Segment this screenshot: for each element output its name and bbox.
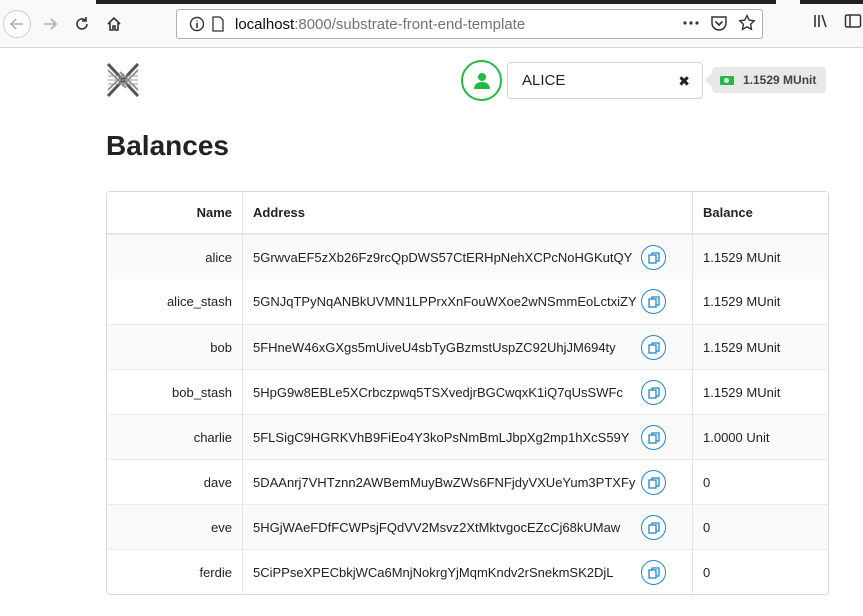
account-name: bob_stash: [107, 369, 243, 414]
account-balance: 1.0000 Unit: [693, 414, 828, 459]
account-address: 5GrwvaEF5zXb26Fz9rcQpDWS57CtERHpNehXCPcN…: [253, 249, 633, 265]
sidebar-icon[interactable]: [844, 12, 862, 35]
table-row: dave 5DAAnrj7VHTznn2AWBemMuyBwZWs6FNFjdyV…: [107, 459, 828, 504]
home-icon: [107, 16, 121, 31]
copy-icon: [647, 476, 660, 489]
table-row: bob_stash 5HpG9w8EBLe5XCrbczpwq5TSXvedjrB…: [107, 369, 828, 414]
copy-address-button[interactable]: [641, 245, 666, 270]
forward-button[interactable]: [36, 10, 64, 38]
account-balance-value: 1.1529 MUnit: [743, 73, 817, 87]
account-address: 5GNJqTPyNqANBkUVMN1LPPrxXnFouWXoe2wNSmmE…: [253, 294, 637, 309]
account-name: eve: [107, 504, 243, 549]
more-icon[interactable]: [682, 14, 700, 32]
star-icon[interactable]: [738, 14, 756, 32]
account-address: 5CiPPseXPECbkjWCa6MnjNokrgYjMqmKndv2rSne…: [253, 564, 614, 580]
copy-icon: [647, 295, 660, 308]
header-balance: Balance: [693, 192, 828, 234]
copy-icon: [647, 431, 660, 444]
info-icon[interactable]: [185, 16, 209, 32]
account-name: charlie: [107, 414, 243, 459]
account-selected-value: ALICE: [522, 72, 566, 89]
account-address: 5HpG9w8EBLe5XCrbczpwq5TSXvedjrBGCwqxK1iQ…: [253, 384, 623, 400]
account-balance: 1.1529 MUnit: [693, 234, 828, 279]
home-button[interactable]: [100, 10, 128, 38]
copy-icon: [647, 341, 660, 354]
copy-address-button[interactable]: [641, 425, 666, 450]
table-row: charlie 5FLSigC9HGRKVhB9FiEo4Y3koPsNmBmLJ…: [107, 414, 828, 459]
library-icon[interactable]: [812, 12, 830, 35]
clear-icon[interactable]: ✖: [678, 73, 690, 90]
header-address: Address: [243, 192, 693, 234]
reload-icon: [76, 17, 88, 30]
copy-icon: [647, 251, 660, 264]
account-address: 5FLSigC9HGRKVhB9FiEo4Y3koPsNmBmLJbpXg2mp…: [253, 429, 630, 445]
reload-button[interactable]: [68, 10, 96, 38]
account-address-cell: 5CiPPseXPECbkjWCa6MnjNokrgYjMqmKndv2rSne…: [243, 549, 693, 594]
account-address: 5HGjWAeFDfFCWPsjFQdVV2Msvz2XtMktvgocEZcC…: [253, 519, 621, 535]
page-title: Balances: [106, 130, 229, 161]
account-address-cell: 5FHneW46xGXgs5mUiveU4sbTyGBzmstUspZC92Uh…: [243, 324, 693, 369]
account-address-cell: 5GrwvaEF5zXb26Fz9rcQpDWS57CtERHpNehXCPcN…: [243, 234, 693, 279]
user-icon: [473, 72, 490, 89]
account-balance: 1.1529 MUnit: [693, 324, 828, 369]
pocket-icon[interactable]: [710, 14, 728, 32]
account-name: bob: [107, 324, 243, 369]
copy-icon: [647, 521, 660, 534]
account-address-cell: 5DAAnrj7VHTznn2AWBemMuyBwZWs6FNFjdyVXUeY…: [243, 459, 693, 504]
table-row: alice_stash 5GNJqTPyNqANBkUVMN1LPPrxXnFou…: [107, 279, 828, 324]
copy-address-button[interactable]: [641, 470, 666, 495]
account-balance: 0: [693, 549, 828, 594]
account-name: dave: [107, 459, 243, 504]
account-balance: 1.1529 MUnit: [693, 369, 828, 414]
table-row: alice 5GrwvaEF5zXb26Fz9rcQpDWS57CtERHpNeh…: [107, 234, 828, 279]
table-row: eve 5HGjWAeFDfFCWPsjFQdVV2Msvz2XtMktvgocE…: [107, 504, 828, 549]
copy-address-button[interactable]: [641, 335, 666, 360]
account-balance: 1.1529 MUnit: [703, 294, 781, 309]
page-icon: [209, 16, 227, 32]
tab-strip-right: [800, 0, 863, 4]
account-balance-badge: 1.1529 MUnit: [712, 67, 827, 93]
table-row: ferdie 5CiPPseXPECbkjWCa6MnjNokrgYjMqmKnd…: [107, 549, 828, 594]
account-address-cell: 5GNJqTPyNqANBkUVMN1LPPrxXnFouWXoe2wNSmmE…: [243, 279, 693, 324]
account-name: alice: [107, 234, 243, 279]
account-name: ferdie: [107, 549, 243, 594]
back-arrow-icon: [9, 18, 23, 30]
browser-toolbar: localhost:8000/substrate-front-end-templ…: [0, 0, 863, 48]
balances-table: Name Address Balance alice 5GrwvaEF5zXb26…: [106, 191, 829, 595]
money-icon: [720, 75, 734, 85]
account-name: alice_stash: [107, 279, 243, 324]
copy-address-button[interactable]: [641, 515, 666, 540]
account-address: 5DAAnrj7VHTznn2AWBemMuyBwZWs6FNFjdyVXUeY…: [253, 474, 636, 490]
account-avatar[interactable]: [461, 60, 502, 101]
table-row: bob 5FHneW46xGXgs5mUiveU4sbTyGBzmstUspZC9…: [107, 324, 828, 369]
account-address-cell: 5FLSigC9HGRKVhB9FiEo4Y3koPsNmBmLJbpXg2mp…: [243, 414, 693, 459]
url-host: localhost: [235, 15, 295, 33]
copy-icon: [647, 386, 660, 399]
account-selector[interactable]: ALICE ✖: [507, 62, 703, 99]
substrate-logo: [104, 60, 142, 100]
url-bar[interactable]: localhost:8000/substrate-front-end-templ…: [176, 9, 763, 39]
table-header-row: Name Address Balance: [107, 192, 828, 234]
header-name: Name: [107, 192, 243, 234]
account-address: 5FHneW46xGXgs5mUiveU4sbTyGBzmstUspZC92Uh…: [253, 339, 616, 355]
tab-strip: [96, 0, 776, 4]
forward-arrow-icon: [44, 18, 58, 30]
url-path: :8000/substrate-front-end-template: [294, 15, 526, 33]
copy-address-button[interactable]: [641, 289, 666, 314]
copy-address-button[interactable]: [641, 560, 666, 585]
back-button[interactable]: [3, 10, 31, 38]
copy-address-button[interactable]: [641, 380, 666, 405]
copy-icon: [647, 566, 660, 579]
account-balance: 0: [693, 459, 828, 504]
account-balance: 0: [693, 504, 828, 549]
account-address-cell: 5HpG9w8EBLe5XCrbczpwq5TSXvedjrBGCwqxK1iQ…: [243, 369, 693, 414]
url-text[interactable]: localhost:8000/substrate-front-end-templ…: [235, 16, 525, 33]
account-address-cell: 5HGjWAeFDfFCWPsjFQdVV2Msvz2XtMktvgocEZcC…: [243, 504, 693, 549]
